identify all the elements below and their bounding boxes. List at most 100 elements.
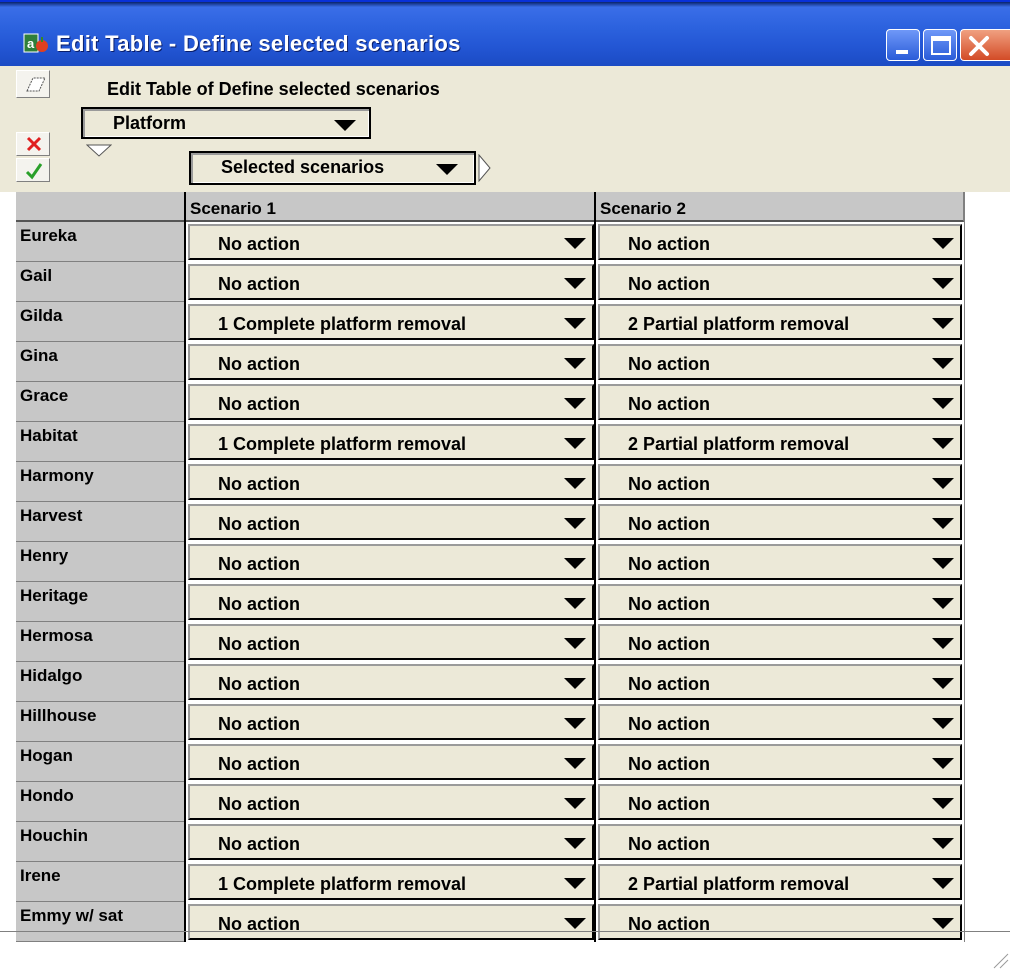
- chevron-down-icon: [564, 558, 586, 569]
- scenario-choice-dropdown[interactable]: No action: [186, 742, 596, 782]
- scenario-choice-dropdown[interactable]: No action: [186, 382, 596, 422]
- column-index-dropdown[interactable]: Selected scenarios: [189, 151, 476, 185]
- scenario-choice-dropdown[interactable]: No action: [186, 702, 596, 742]
- scenario-choice-dropdown[interactable]: No action: [596, 462, 964, 502]
- scenario-choice-dropdown[interactable]: No action: [186, 582, 596, 622]
- chevron-down-icon: [564, 438, 586, 449]
- choice-value: No action: [628, 274, 711, 294]
- choice-value: No action: [628, 554, 711, 574]
- choice-value: No action: [218, 554, 301, 574]
- maximize-button[interactable]: [923, 29, 957, 61]
- chevron-down-icon: [932, 838, 954, 849]
- column-divider: [184, 192, 186, 942]
- edit-table-heading: Edit Table of Define selected scenarios: [107, 79, 440, 99]
- choice-value: No action: [628, 754, 711, 774]
- chevron-down-icon: [564, 518, 586, 529]
- row-header-cell: Gina: [16, 342, 184, 382]
- choice-value: No action: [628, 794, 711, 814]
- chevron-down-icon: [564, 598, 586, 609]
- scenario-choice-dropdown[interactable]: No action: [186, 342, 596, 382]
- choice-value: No action: [628, 714, 711, 734]
- scenario-choice-dropdown[interactable]: 2 Partial platform removal: [596, 302, 964, 342]
- row-header-cell: Hillhouse: [16, 702, 184, 742]
- edit-shape-button[interactable]: [16, 70, 50, 98]
- scenario-choice-dropdown[interactable]: No action: [186, 622, 596, 662]
- scenario-choice-dropdown[interactable]: No action: [596, 622, 964, 662]
- chevron-down-icon: [564, 838, 586, 849]
- window-titlebar[interactable]: a Edit Table - Define selected scenarios: [0, 0, 1010, 66]
- scenario-choice-dropdown[interactable]: No action: [596, 742, 964, 782]
- chevron-down-icon: [932, 598, 954, 609]
- chevron-down-icon: [564, 278, 586, 289]
- row-header-cell: Grace: [16, 382, 184, 422]
- minimize-icon: [896, 50, 908, 54]
- choice-value: No action: [218, 634, 301, 654]
- scenario-choice-dropdown[interactable]: No action: [596, 822, 964, 862]
- scenario-choice-dropdown[interactable]: 1 Complete platform removal: [186, 302, 596, 342]
- scenario-choice-dropdown[interactable]: No action: [596, 342, 964, 382]
- row-header-cell: Hogan: [16, 742, 184, 782]
- scenario-choice-dropdown[interactable]: No action: [186, 462, 596, 502]
- choice-value: 1 Complete platform removal: [218, 874, 467, 894]
- scenario-choice-dropdown[interactable]: No action: [596, 582, 964, 622]
- scenario-choice-dropdown[interactable]: No action: [596, 782, 964, 822]
- chevron-down-icon: [932, 478, 954, 489]
- scenario-choice-dropdown[interactable]: No action: [596, 662, 964, 702]
- scenario-choice-dropdown[interactable]: No action: [186, 782, 596, 822]
- scenario-choice-dropdown[interactable]: No action: [186, 262, 596, 302]
- scenario-choice-dropdown[interactable]: No action: [186, 822, 596, 862]
- scenario-choice-dropdown[interactable]: 1 Complete platform removal: [186, 422, 596, 462]
- scenario-choice-dropdown[interactable]: No action: [596, 502, 964, 542]
- column-header-scenario-2: Scenario 2: [596, 192, 964, 222]
- window-title: Edit Table - Define selected scenarios: [56, 31, 461, 56]
- scenario-choice-dropdown[interactable]: No action: [596, 382, 964, 422]
- scenario-choice-dropdown[interactable]: No action: [186, 502, 596, 542]
- scenario-choice-dropdown[interactable]: 2 Partial platform removal: [596, 862, 964, 902]
- scenario-choice-dropdown[interactable]: No action: [186, 222, 596, 262]
- choice-value: No action: [628, 634, 711, 654]
- cancel-button[interactable]: [16, 132, 50, 156]
- choice-value: No action: [218, 834, 301, 854]
- chevron-down-icon: [564, 478, 586, 489]
- scenario-choice-dropdown[interactable]: No action: [596, 902, 964, 942]
- accept-button[interactable]: [16, 158, 50, 182]
- scenario-choice-dropdown[interactable]: No action: [596, 262, 964, 302]
- choice-value: No action: [628, 674, 711, 694]
- scenario-choice-dropdown[interactable]: No action: [596, 702, 964, 742]
- minimize-button[interactable]: [886, 29, 920, 61]
- scenario-choice-dropdown[interactable]: 2 Partial platform removal: [596, 422, 964, 462]
- chevron-down-icon: [334, 120, 356, 131]
- choice-value: No action: [218, 274, 301, 294]
- chevron-down-icon: [564, 238, 586, 249]
- choice-value: No action: [218, 474, 301, 494]
- scenario-choice-dropdown[interactable]: No action: [186, 662, 596, 702]
- scenario-choice-dropdown[interactable]: No action: [186, 902, 596, 942]
- table-bottom-border: [0, 931, 1010, 932]
- row-header-cell: Gilda: [16, 302, 184, 342]
- row-header-cell: Habitat: [16, 422, 184, 462]
- edit-shape-icon: [26, 77, 46, 92]
- scenario-choice-dropdown[interactable]: No action: [186, 542, 596, 582]
- scenario-choice-dropdown[interactable]: 1 Complete platform removal: [186, 862, 596, 902]
- choice-value: No action: [628, 394, 711, 414]
- chevron-down-icon: [932, 638, 954, 649]
- choice-value: No action: [218, 794, 301, 814]
- scenario-choice-dropdown[interactable]: No action: [596, 542, 964, 582]
- row-header-cell: Harmony: [16, 462, 184, 502]
- row-header-cell: Harvest: [16, 502, 184, 542]
- cancel-x-icon: [26, 136, 42, 152]
- chevron-down-icon: [564, 758, 586, 769]
- chevron-down-icon: [564, 318, 586, 329]
- pivot-right-triangle-icon[interactable]: [478, 154, 492, 182]
- chevron-down-icon: [932, 678, 954, 689]
- choice-value: No action: [218, 394, 301, 414]
- choice-value: No action: [628, 834, 711, 854]
- pivot-down-triangle-icon[interactable]: [86, 144, 112, 158]
- close-button[interactable]: [960, 29, 1010, 61]
- row-index-dropdown[interactable]: Platform: [81, 107, 371, 139]
- vertical-scroll-area[interactable]: [964, 192, 987, 942]
- row-header-cell: Hidalgo: [16, 662, 184, 702]
- resize-grip-icon[interactable]: [990, 950, 1010, 970]
- scenario-choice-dropdown[interactable]: No action: [596, 222, 964, 262]
- choice-value: No action: [628, 234, 711, 254]
